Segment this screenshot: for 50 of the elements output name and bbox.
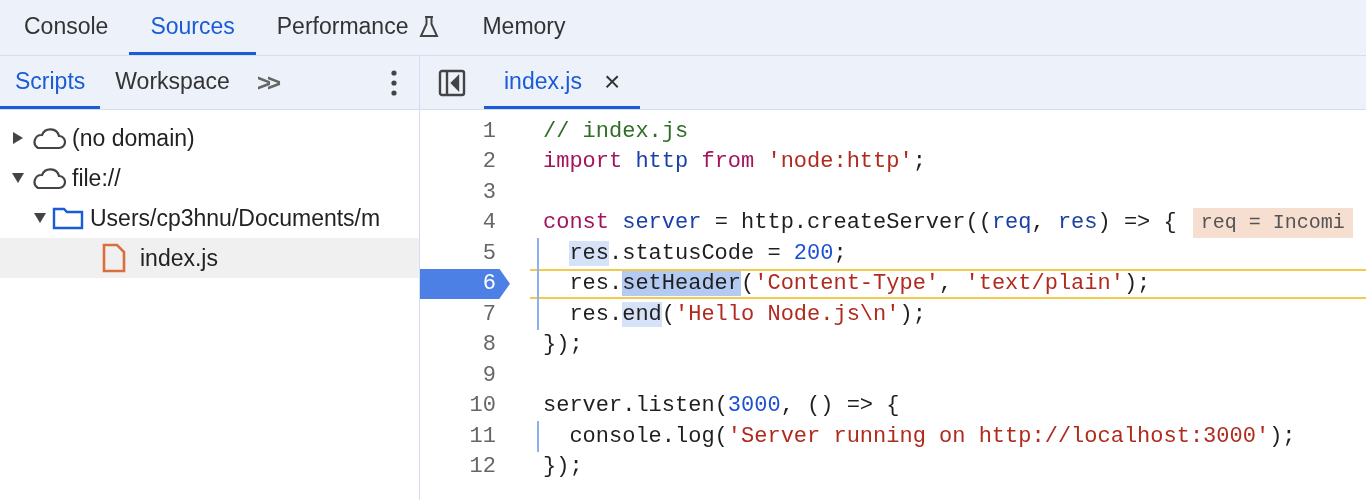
more-menu-icon[interactable] <box>391 70 397 96</box>
collapsed-arrow-icon[interactable] <box>13 132 23 144</box>
code-line: // index.js <box>543 117 689 146</box>
file-icon <box>102 243 126 273</box>
line-number: 6 <box>420 268 510 299</box>
folder-icon <box>52 206 84 230</box>
line-number: 10 <box>468 392 497 421</box>
line-number: 1 <box>481 117 497 146</box>
code-line: res.end('Hello Node.js\n'); <box>569 300 926 329</box>
cloud-icon <box>30 126 66 150</box>
code-line: server.listen(3000, () => { <box>543 392 900 421</box>
editor-tab[interactable]: index.js × <box>484 57 641 109</box>
line-number: 5 <box>481 239 497 268</box>
expanded-arrow-icon[interactable] <box>12 173 24 183</box>
line-number: 8 <box>481 331 497 360</box>
line-number: 4 <box>481 209 497 238</box>
tree-item[interactable]: (no domain) <box>0 118 419 158</box>
expanded-arrow-icon[interactable] <box>34 213 46 223</box>
tree-item[interactable]: file:// <box>0 158 419 198</box>
tree-item[interactable]: index.js <box>0 238 419 278</box>
indent-guide <box>537 421 539 452</box>
code-line: res.statusCode = 200; <box>569 239 847 268</box>
line-number: 11 <box>468 422 497 451</box>
line-number: 3 <box>481 178 497 207</box>
panel-tab[interactable]: Console <box>3 1 130 55</box>
code-line: const server = http.createServer((req, res) => { <box>543 209 1177 238</box>
close-tab-button[interactable]: × <box>604 67 621 96</box>
line-number: 12 <box>468 453 497 482</box>
navigator-tab[interactable]: Workspace <box>100 57 245 109</box>
sidebar-toggle-icon[interactable] <box>438 69 466 97</box>
tree-item[interactable]: Users/cp3hnu/Documents/m <box>0 198 419 238</box>
more-tabs-button[interactable]: >> <box>244 57 289 109</box>
code-line: res.setHeader('Content-Type', 'text/plain'); <box>569 270 1151 299</box>
code-line: import http from 'node:http'; <box>543 148 926 177</box>
panel-tab[interactable]: Performance <box>255 1 462 55</box>
line-number: 7 <box>481 300 497 329</box>
navigator-tab[interactable]: Scripts <box>0 57 101 109</box>
tree-label: index.js <box>140 243 218 273</box>
tree-label: Users/cp3hnu/Documents/m <box>90 203 381 233</box>
line-number: 2 <box>481 148 497 177</box>
code-line: console.log('Server running on http://localhost:3000'); <box>569 422 1296 451</box>
tree-label: file:// <box>72 163 121 193</box>
tree-label: (no domain) <box>72 123 195 153</box>
inline-value: req = Incomi <box>1192 207 1353 238</box>
code-line: }); <box>543 453 583 482</box>
flask-icon <box>418 14 441 39</box>
code-line: }); <box>543 331 583 360</box>
cloud-icon <box>30 166 66 190</box>
line-number: 9 <box>481 361 497 390</box>
panel-tab[interactable]: Memory <box>461 1 587 55</box>
